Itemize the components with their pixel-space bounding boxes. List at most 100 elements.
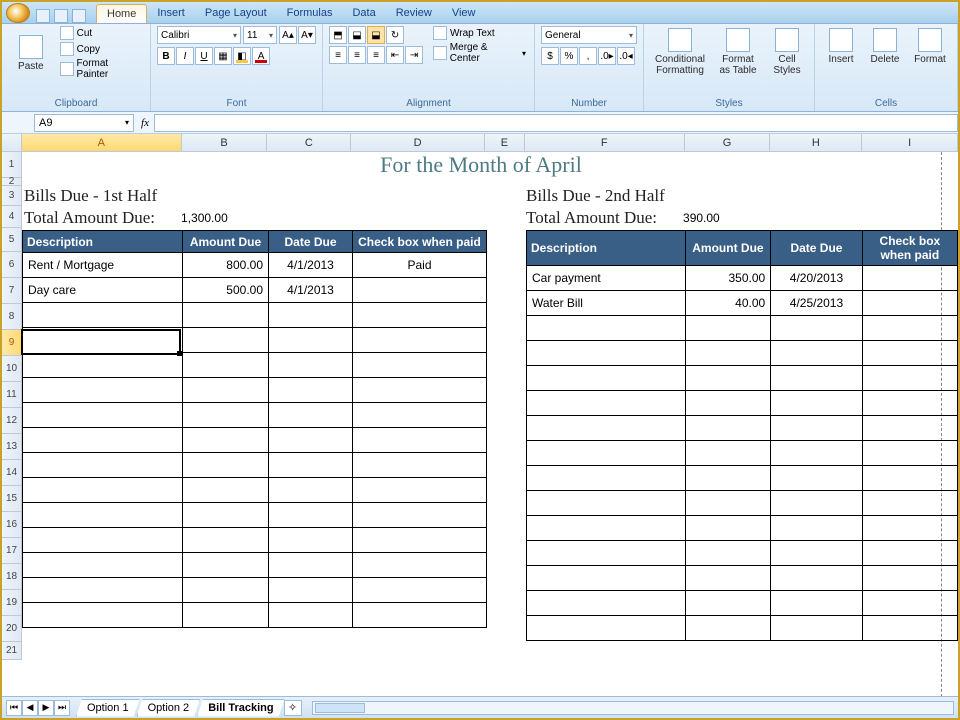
row-header-20[interactable]: 20 (2, 616, 22, 642)
tab-data[interactable]: Data (342, 4, 385, 23)
cell-amount[interactable] (183, 403, 269, 428)
cell-paid[interactable] (862, 341, 957, 366)
col-header-C[interactable]: C (267, 134, 351, 151)
align-left-button[interactable]: ≡ (329, 46, 347, 64)
cell-paid[interactable] (862, 466, 957, 491)
cell-date[interactable]: 4/1/2013 (269, 253, 353, 278)
cell-description[interactable] (23, 328, 183, 353)
row-header-19[interactable]: 19 (2, 590, 22, 616)
italic-button[interactable]: I (176, 47, 194, 65)
table-row[interactable] (527, 441, 958, 466)
table-row[interactable] (23, 553, 487, 578)
sheet-tab-option-2[interactable]: Option 2 (137, 699, 201, 717)
cell-amount[interactable] (183, 353, 269, 378)
number-format-select[interactable]: General▾ (541, 26, 637, 44)
cell-description[interactable] (527, 316, 686, 341)
paste-button[interactable]: Paste (8, 26, 54, 80)
row-header-7[interactable]: 7 (2, 278, 22, 304)
copy-button[interactable]: Copy (58, 42, 144, 56)
horizontal-scrollbar[interactable] (312, 701, 954, 715)
cell-description[interactable] (527, 566, 686, 591)
align-bottom-button[interactable]: ⬓ (367, 26, 385, 44)
cell-paid[interactable] (353, 353, 487, 378)
cell-amount[interactable] (183, 303, 269, 328)
cell-description[interactable] (527, 591, 686, 616)
cell-description[interactable] (23, 603, 183, 628)
table-row[interactable] (527, 541, 958, 566)
conditional-formatting-button[interactable]: Conditional Formatting (650, 26, 710, 78)
cell-description[interactable] (23, 303, 183, 328)
table-row[interactable] (527, 566, 958, 591)
cell-date[interactable] (771, 391, 863, 416)
currency-button[interactable]: $ (541, 47, 559, 65)
format-painter-button[interactable]: Format Painter (58, 58, 144, 80)
cell-description[interactable]: Day care (23, 278, 183, 303)
cell-date[interactable] (269, 303, 353, 328)
formula-input[interactable] (154, 114, 958, 132)
cell-amount[interactable]: 350.00 (685, 266, 771, 291)
cell-paid[interactable] (862, 416, 957, 441)
tab-view[interactable]: View (442, 4, 486, 23)
cell-date[interactable] (269, 478, 353, 503)
cell-date[interactable] (269, 603, 353, 628)
sheet-tab-option-1[interactable]: Option 1 (76, 699, 140, 717)
cell-date[interactable] (269, 578, 353, 603)
cell-paid[interactable] (353, 378, 487, 403)
cell-amount[interactable] (183, 528, 269, 553)
cell-paid[interactable] (862, 541, 957, 566)
increase-indent-button[interactable]: ⇥ (405, 46, 423, 64)
new-sheet-button[interactable]: ✧ (284, 700, 302, 716)
grow-font-button[interactable]: A▴ (279, 26, 297, 44)
cell-amount[interactable] (183, 378, 269, 403)
table-row[interactable] (23, 378, 487, 403)
cell-amount[interactable] (183, 603, 269, 628)
cell-date[interactable] (269, 503, 353, 528)
table-row[interactable] (23, 478, 487, 503)
comma-button[interactable]: , (579, 47, 597, 65)
cell-description[interactable] (23, 453, 183, 478)
cell-paid[interactable] (862, 316, 957, 341)
row-header-2[interactable]: 2 (2, 178, 22, 186)
select-all-corner[interactable] (2, 134, 22, 152)
cell-amount[interactable]: 40.00 (685, 291, 771, 316)
tab-insert[interactable]: Insert (147, 4, 195, 23)
cell-amount[interactable] (183, 553, 269, 578)
fx-icon[interactable]: fx (136, 117, 154, 129)
table-row[interactable] (527, 516, 958, 541)
cell-paid[interactable] (862, 591, 957, 616)
cell-description[interactable] (527, 616, 686, 641)
cell-description[interactable] (23, 403, 183, 428)
cell-paid[interactable] (862, 291, 957, 316)
cell-description[interactable] (23, 578, 183, 603)
row-header-5[interactable]: 5 (2, 228, 22, 252)
cell-date[interactable] (771, 366, 863, 391)
fill-color-button[interactable]: ◧ (233, 47, 251, 65)
cell-date[interactable] (771, 441, 863, 466)
cell-paid[interactable] (353, 553, 487, 578)
cell-description[interactable] (527, 466, 686, 491)
cell-paid[interactable] (353, 478, 487, 503)
cell-description[interactable]: Water Bill (527, 291, 686, 316)
cell-paid[interactable] (862, 491, 957, 516)
col-header-I[interactable]: I (862, 134, 958, 151)
underline-button[interactable]: U (195, 47, 213, 65)
row-header-1[interactable]: 1 (2, 152, 22, 178)
cell-paid[interactable] (353, 303, 487, 328)
cell-description[interactable] (527, 491, 686, 516)
table-row[interactable]: Rent / Mortgage800.004/1/2013Paid (23, 253, 487, 278)
row-header-6[interactable]: 6 (2, 252, 22, 278)
table-row[interactable]: Water Bill40.004/25/2013 (527, 291, 958, 316)
row-header-10[interactable]: 10 (2, 356, 22, 382)
bold-button[interactable]: B (157, 47, 175, 65)
table-row[interactable] (527, 341, 958, 366)
tab-review[interactable]: Review (386, 4, 442, 23)
delete-cells-button[interactable]: Delete (865, 26, 905, 67)
format-cells-button[interactable]: Format (909, 26, 951, 67)
cell-description[interactable]: Rent / Mortgage (23, 253, 183, 278)
table-row[interactable] (527, 616, 958, 641)
table-row[interactable] (527, 391, 958, 416)
cell-paid[interactable] (353, 603, 487, 628)
border-button[interactable]: ▦ (214, 47, 232, 65)
cell-description[interactable] (23, 503, 183, 528)
cell-date[interactable] (269, 403, 353, 428)
